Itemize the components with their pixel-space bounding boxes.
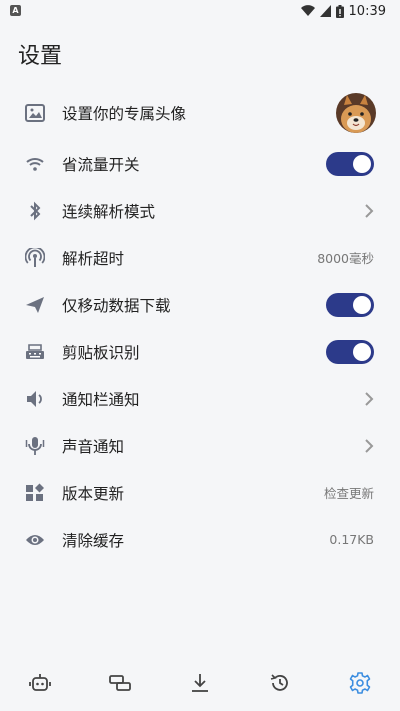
link-icon xyxy=(109,675,131,691)
battery-icon xyxy=(335,4,344,18)
settings-row-clipboard[interactable]: 剪贴板识别 xyxy=(0,328,400,375)
settings-row-notification-bar[interactable]: 通知栏通知 xyxy=(0,375,400,422)
settings-label: 仅移动数据下载 xyxy=(62,296,171,315)
settings-row-avatar[interactable]: 设置你的专属头像 xyxy=(0,86,400,140)
chevron-right-icon xyxy=(365,391,374,406)
app-notification-icon: A xyxy=(10,5,21,16)
settings-row-clear-cache[interactable]: 清除缓存 0.17KB xyxy=(0,516,400,563)
settings-label: 省流量开关 xyxy=(62,155,140,174)
settings-label: 设置你的专属头像 xyxy=(62,105,187,123)
nav-download[interactable] xyxy=(180,663,220,703)
settings-list: 设置你的专属头像 省流量开关 连续解析模式 解析超时 8000毫秒 仅移动数据下… xyxy=(0,86,400,563)
wifi-signal-icon xyxy=(300,5,315,17)
check-update-link[interactable]: 检查更新 xyxy=(324,483,374,502)
mic-icon xyxy=(24,435,46,457)
toggle-knob xyxy=(353,342,371,361)
settings-row-version-update[interactable]: 版本更新 检查更新 xyxy=(0,469,400,516)
settings-row-data-saver[interactable]: 省流量开关 xyxy=(0,140,400,187)
nav-history[interactable] xyxy=(260,663,300,703)
chevron-right-icon xyxy=(365,438,374,453)
settings-label: 通知栏通知 xyxy=(62,390,140,409)
status-time: 10:39 xyxy=(348,3,386,19)
cell-signal-icon xyxy=(319,5,331,17)
nav-settings[interactable] xyxy=(340,663,380,703)
avatar[interactable] xyxy=(336,93,376,133)
page-title: 设置 xyxy=(18,44,63,69)
bottom-nav xyxy=(0,655,400,711)
robot-icon xyxy=(29,674,51,691)
cache-size-value: 0.17KB xyxy=(329,532,374,547)
settings-row-parse-timeout[interactable]: 解析超时 8000毫秒 xyxy=(0,234,400,281)
antenna-icon xyxy=(24,247,46,269)
settings-label: 剪贴板识别 xyxy=(62,343,140,362)
send-icon xyxy=(24,294,46,316)
settings-label: 连续解析模式 xyxy=(62,202,156,221)
toggle-knob xyxy=(353,295,371,314)
wifi-icon xyxy=(24,153,46,175)
widgets-icon xyxy=(24,482,46,504)
keyboard-icon xyxy=(24,341,46,363)
settings-gear-icon xyxy=(349,672,371,694)
nav-link[interactable] xyxy=(100,663,140,703)
eye-icon xyxy=(24,529,46,551)
history-icon xyxy=(270,674,288,691)
settings-label: 声音通知 xyxy=(62,437,125,456)
chevron-right-icon xyxy=(365,203,374,218)
status-right: 10:39 xyxy=(300,2,386,20)
settings-row-mobile-data-download[interactable]: 仅移动数据下载 xyxy=(0,281,400,328)
clipboard-toggle[interactable] xyxy=(326,339,374,364)
nav-robot[interactable] xyxy=(20,663,60,703)
timeout-value: 8000毫秒 xyxy=(317,251,374,266)
image-icon xyxy=(24,102,46,124)
toggle-knob xyxy=(353,154,371,173)
settings-row-continuous-parse[interactable]: 连续解析模式 xyxy=(0,187,400,234)
mobile-data-download-toggle[interactable] xyxy=(326,292,374,317)
download-icon xyxy=(192,674,208,692)
settings-label: 解析超时 xyxy=(62,249,125,268)
speaker-icon xyxy=(24,388,46,410)
bluetooth-icon xyxy=(24,200,46,222)
data-saver-toggle[interactable] xyxy=(326,151,374,176)
settings-row-sound-notification[interactable]: 声音通知 xyxy=(0,422,400,469)
settings-label: 清除缓存 xyxy=(62,531,125,550)
status-bar: A 10:39 xyxy=(0,0,400,22)
settings-label: 版本更新 xyxy=(62,484,125,503)
